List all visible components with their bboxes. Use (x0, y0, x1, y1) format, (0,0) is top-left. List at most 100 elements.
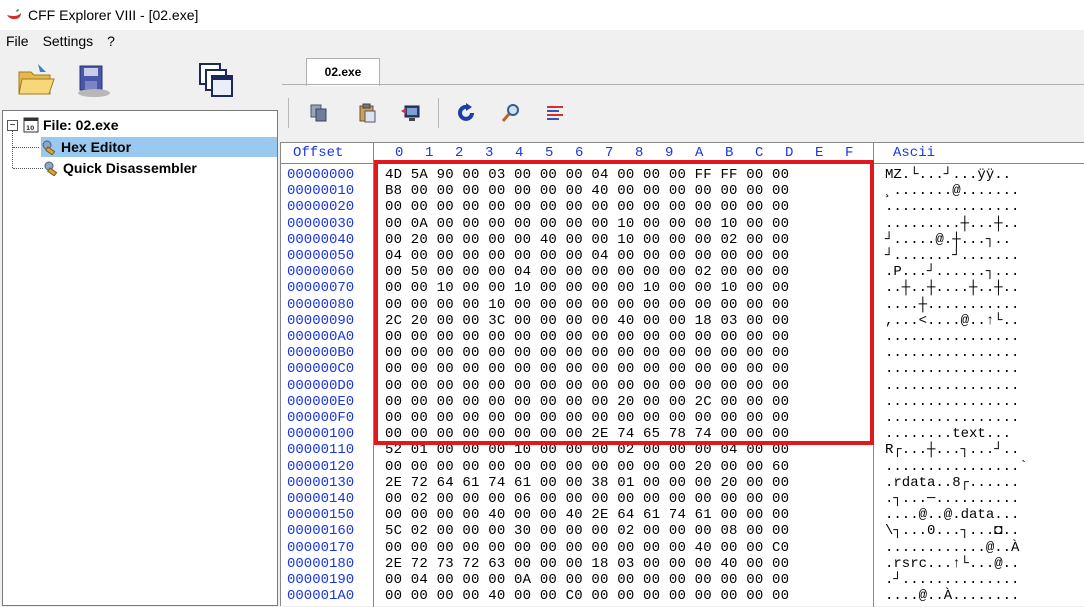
tab-02-exe[interactable]: 02.exe (306, 58, 380, 86)
byte-column-header: A (695, 145, 704, 161)
byte-column-header: 1 (425, 145, 434, 161)
monitor-export-icon[interactable] (400, 102, 422, 124)
tree-item-quick-disassembler[interactable]: Quick Disassembler (43, 158, 197, 178)
hex-offset: 000000E0 (287, 393, 355, 410)
hex-bytes: 04 00 00 00 00 00 00 00 04 00 00 00 00 0… (385, 248, 790, 264)
hex-offset: 00000040 (287, 231, 355, 248)
copy-icon[interactable] (308, 102, 330, 124)
hex-bytes: 5C 02 00 00 00 30 00 00 00 02 00 00 00 0… (385, 523, 790, 540)
hex-bytes: 00 00 00 00 00 00 00 00 00 00 00 00 00 0… (385, 345, 790, 362)
tree-guide-line (13, 168, 43, 169)
hex-bytes: 00 20 00 00 00 00 40 00 00 10 00 00 00 0… (385, 231, 790, 248)
byte-column-header: 9 (665, 145, 674, 161)
ascii-text: ,...<....@..↑└.. (885, 312, 1020, 329)
wrench-tool-icon (44, 161, 58, 176)
ascii-text: ................ (885, 199, 1020, 216)
toolbar-separator (288, 98, 289, 128)
hex-bytes: 00 00 00 00 40 00 00 C0 00 00 00 00 00 0… (385, 588, 790, 605)
tree-item-hex-editor[interactable]: Hex Editor (41, 137, 277, 157)
ascii-text: .rsrc...↑└...@.. (885, 555, 1020, 572)
byte-column-header: D (785, 145, 794, 161)
hex-editor-toolbar (282, 90, 1084, 136)
collapse-toggle[interactable]: − (7, 120, 18, 131)
tree-root-file[interactable]: 10 File: 02.exe (23, 115, 119, 135)
hex-bytes: 00 00 00 00 00 00 00 00 00 00 00 00 00 0… (385, 199, 790, 216)
ascii-text: ................ (885, 393, 1020, 410)
hex-offset: 00000030 (287, 215, 355, 232)
hex-offset: 00000010 (287, 183, 355, 200)
save-disk-icon[interactable] (72, 60, 112, 100)
ascii-text: .┘.............. (885, 572, 1020, 588)
paste-icon[interactable] (356, 102, 378, 124)
hex-bytes: 2E 72 64 61 74 61 00 00 38 01 00 00 00 2… (385, 474, 790, 491)
tree-guide-line (13, 147, 39, 148)
ascii-text: ............@..À (885, 539, 1020, 556)
tree-root-label: File: 02.exe (43, 117, 119, 133)
byte-column-header: C (755, 145, 764, 161)
ascii-text: ┘.....@.┼...┐.. (885, 231, 1012, 248)
wrench-tool-icon (42, 140, 56, 155)
hex-offset: 00000170 (287, 539, 355, 556)
tree-guide-line (12, 131, 13, 168)
ascii-column-header: Ascii (893, 145, 936, 161)
ascii-text: ................ (885, 361, 1020, 378)
hex-view[interactable]: Offset 0 1 2 3 4 5 6 7 8 9 A B C D E F Ascii 00000000 4D… (280, 142, 1084, 607)
ascii-text: ....┼........... (885, 296, 1020, 313)
ascii-text: .........┼...┼.. (885, 215, 1020, 232)
ascii-text: .P...┘......┐... (885, 264, 1020, 281)
menu-settings[interactable]: Settings (37, 33, 100, 49)
column-separator (873, 143, 874, 607)
hex-offset: 00000110 (287, 442, 355, 459)
hex-offset: 000001A0 (287, 588, 355, 605)
ascii-text: .rdata..8┌...... (885, 474, 1020, 491)
hex-bytes: 00 00 00 00 00 00 00 00 00 00 00 00 00 0… (385, 361, 790, 378)
select-block-icon[interactable] (544, 102, 566, 124)
cff-explorer-app-icon (7, 9, 21, 20)
hex-offset: 000000D0 (287, 377, 355, 394)
hex-offset: 00000060 (287, 264, 355, 281)
exe-file-icon: 10 (23, 117, 39, 133)
ascii-text: ¸.......@....... (885, 183, 1020, 200)
byte-column-header: E (815, 145, 824, 161)
byte-column-header: 0 (395, 145, 404, 161)
hex-bytes: 00 00 00 00 40 00 00 40 2E 64 61 74 61 0… (385, 507, 790, 524)
ascii-text: ................ (885, 377, 1020, 394)
hex-bytes: 52 01 00 00 00 10 00 00 00 02 00 00 00 0… (385, 442, 790, 459)
open-folder-icon[interactable] (16, 60, 56, 100)
hex-offset: 00000180 (287, 555, 355, 572)
ascii-text: MZ.└...┘...ÿÿ.. (885, 167, 1012, 183)
hex-bytes: 00 00 00 00 00 00 00 00 00 00 00 00 00 0… (385, 329, 790, 345)
toolbar-separator (438, 98, 439, 128)
hex-offset: 000000C0 (287, 361, 355, 378)
byte-column-header: 2 (455, 145, 464, 161)
hex-offset: 000000A0 (287, 329, 355, 345)
hex-bytes: 00 00 00 00 00 00 00 00 00 00 00 00 40 0… (385, 539, 790, 556)
hex-bytes: 00 50 00 00 00 04 00 00 00 00 00 00 02 0… (385, 264, 790, 281)
byte-column-header: 8 (635, 145, 644, 161)
hex-bytes: 00 02 00 00 00 06 00 00 00 00 00 00 00 0… (385, 491, 790, 507)
byte-column-header: 6 (575, 145, 584, 161)
byte-column-header: 7 (605, 145, 614, 161)
search-magnifier-icon[interactable] (500, 102, 522, 124)
header-divider (281, 163, 1084, 164)
hex-bytes: 00 04 00 00 00 0A 00 00 00 00 00 00 00 0… (385, 572, 790, 588)
hex-offset: 00000090 (287, 312, 355, 329)
ascii-text: ┘.......┘....... (885, 248, 1020, 264)
ascii-text: ................ (885, 345, 1020, 362)
menu-help[interactable]: ? (101, 33, 121, 49)
hex-bytes: 00 0A 00 00 00 00 00 00 00 10 00 00 00 1… (385, 215, 790, 232)
hex-bytes: 00 00 00 00 00 00 00 00 00 00 00 00 00 0… (385, 410, 790, 426)
hex-offset: 00000000 (287, 167, 355, 183)
redo-arrow-icon[interactable] (456, 102, 478, 124)
hex-bytes: 2E 72 73 72 63 00 00 00 18 03 00 00 00 4… (385, 555, 790, 572)
ascii-text: ........text... (885, 426, 1012, 443)
hex-bytes: 2C 20 00 00 3C 00 00 00 00 40 00 00 18 0… (385, 312, 790, 329)
windows-icon[interactable] (196, 60, 236, 100)
hex-bytes: 4D 5A 90 00 03 00 00 00 04 00 00 00 FF F… (385, 167, 790, 183)
byte-column-header: 3 (485, 145, 494, 161)
ascii-text: ....@..@.data... (885, 507, 1020, 524)
menu-file[interactable]: File (0, 33, 35, 49)
menu-bar: File Settings ? (0, 30, 1084, 52)
byte-column-header: 5 (545, 145, 554, 161)
byte-column-header: F (845, 145, 854, 161)
